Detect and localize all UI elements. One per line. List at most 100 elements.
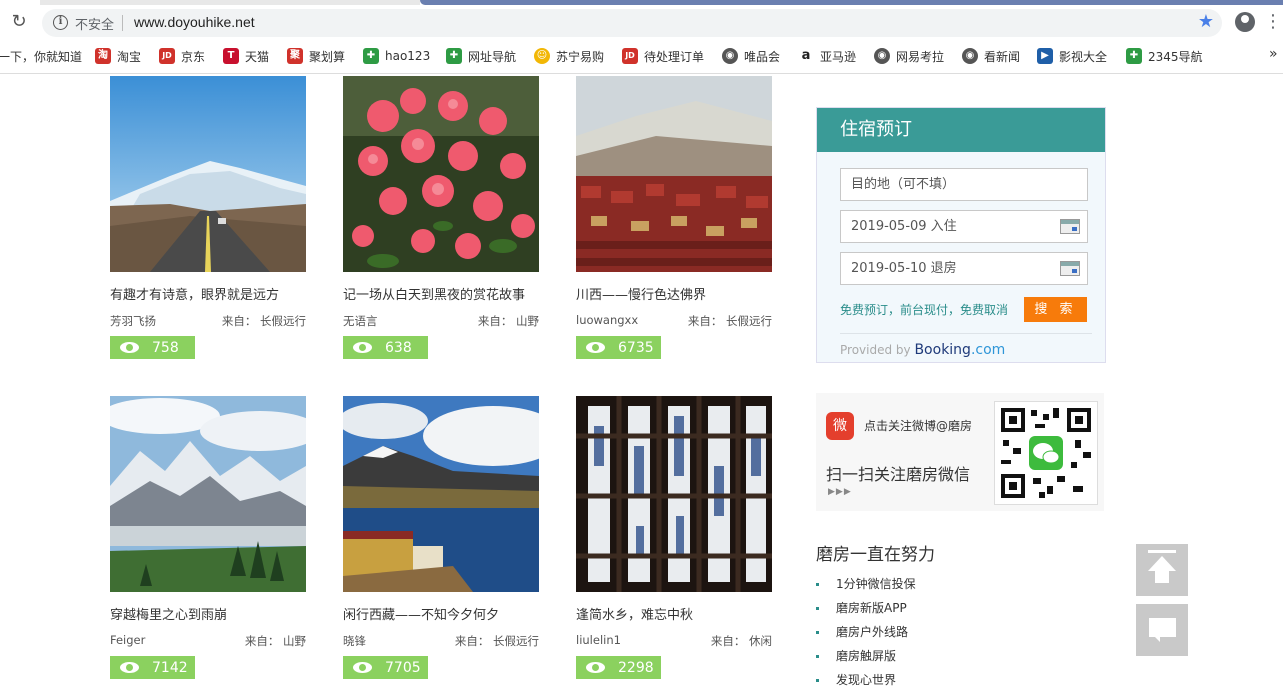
bookmark-star-icon[interactable]: ★ bbox=[1198, 11, 1214, 32]
bookmark-item[interactable]: ◉ 网易考拉 bbox=[874, 47, 944, 65]
bookmark-item[interactable]: 聚聚划算 bbox=[287, 47, 345, 65]
bookmark-label: 聚划算 bbox=[309, 49, 346, 64]
views-count: 6735 bbox=[618, 339, 654, 356]
list-item[interactable]: 磨房新版APP bbox=[816, 599, 916, 623]
views-count: 638 bbox=[385, 339, 412, 356]
bookmark-label: 苏宁易购 bbox=[556, 49, 605, 64]
post-source[interactable]: 来自： 长假远行 bbox=[222, 313, 306, 329]
bookmark-item[interactable]: 淘淘宝 bbox=[95, 47, 141, 65]
profile-avatar-icon[interactable] bbox=[1235, 12, 1255, 32]
bookmark-item[interactable]: T 天猫 bbox=[223, 47, 269, 65]
browser-chrome: ↻ i 不安全 www.doyouhike.net ★ ⋮ 一下，你就知道 淘淘… bbox=[0, 0, 1283, 74]
post-author[interactable]: Feiger bbox=[110, 633, 145, 647]
post-card[interactable]: 川西——慢行色达佛界 luowangxx 来自： 长假远行 6735 bbox=[576, 76, 772, 359]
post-title[interactable]: 有趣才有诗意，眼界就是远方 bbox=[110, 284, 306, 303]
menu-dots-icon[interactable]: ⋮ bbox=[1264, 10, 1282, 34]
list-item[interactable]: 磨房户外线路 bbox=[816, 623, 916, 647]
globe-icon: ◉ bbox=[874, 48, 890, 64]
post-image-snow-peaks[interactable] bbox=[110, 396, 306, 592]
address-bar[interactable]: i 不安全 www.doyouhike.net ★ bbox=[42, 9, 1222, 37]
post-card[interactable]: 穿越梅里之心到雨崩 Feiger 来自： 山野 7142 bbox=[110, 396, 306, 679]
post-author[interactable]: 芳羽飞扬 bbox=[110, 313, 156, 329]
post-author[interactable]: 晓锋 bbox=[343, 633, 366, 649]
weibo-icon[interactable]: 微 bbox=[826, 412, 854, 440]
weibo-follow-link[interactable]: 点击关注微博@磨房 bbox=[864, 417, 972, 434]
destination-input[interactable]: 目的地（可不填） bbox=[840, 168, 1088, 201]
bookmark-item[interactable]: ▶ 影视大全 bbox=[1037, 47, 1107, 65]
post-image-tibet-lake[interactable] bbox=[343, 396, 539, 592]
post-author[interactable]: 无语言 bbox=[343, 313, 378, 329]
tab-inactive[interactable] bbox=[40, 0, 420, 5]
reload-icon[interactable]: ↻ bbox=[8, 11, 30, 33]
post-source[interactable]: 来自： 休闲 bbox=[711, 633, 772, 649]
bookmark-item[interactable]: ☺ 苏宁易购 bbox=[534, 47, 604, 65]
checkin-date-field[interactable]: 2019-05-09 入住 bbox=[840, 210, 1088, 243]
post-image-mountain-road[interactable] bbox=[110, 76, 306, 272]
post-image-red-houses[interactable] bbox=[576, 76, 772, 272]
search-button[interactable]: 搜 索 bbox=[1024, 297, 1087, 322]
post-title[interactable]: 逢简水乡，难忘中秋 bbox=[576, 604, 772, 623]
taobao-icon: 淘 bbox=[95, 48, 111, 64]
list-item[interactable]: 发现心世界 bbox=[816, 671, 916, 695]
effort-list: 1分钟微信投保 磨房新版APP 磨房户外线路 磨房触屏版 发现心世界 bbox=[816, 575, 916, 695]
bookmark-label: 天猫 bbox=[245, 49, 270, 64]
insecure-label: 不安全 bbox=[75, 18, 115, 33]
bookmark-item[interactable]: JD 待处理订单 bbox=[622, 47, 704, 65]
views-badge: 7142 bbox=[110, 656, 195, 679]
post-author[interactable]: luowangxx bbox=[576, 313, 638, 327]
post-card[interactable]: 有趣才有诗意，眼界就是远方 芳羽飞扬 来自： 长假远行 758 bbox=[110, 76, 306, 359]
post-title[interactable]: 闲行西藏——不知今夕何夕 bbox=[343, 604, 539, 623]
post-meta: Feiger 来自： 山野 bbox=[110, 633, 306, 649]
bookmark-item[interactable]: ✚ 网址导航 bbox=[446, 47, 516, 65]
social-follow-banner[interactable]: 微 点击关注微博@磨房 扫一扫关注磨房微信 ▶▶▶ bbox=[816, 393, 1104, 511]
bookmark-item[interactable]: a 亚马逊 bbox=[798, 47, 856, 65]
post-card[interactable]: 记一场从白天到黑夜的赏花故事 无语言 来自： 山野 638 bbox=[343, 76, 539, 359]
back-to-top-button[interactable] bbox=[1136, 544, 1188, 596]
list-item[interactable]: 磨房触屏版 bbox=[816, 647, 916, 671]
post-source[interactable]: 来自： 山野 bbox=[245, 633, 306, 649]
bookmark-item[interactable]: JD 京东 bbox=[159, 47, 205, 65]
post-title[interactable]: 记一场从白天到黑夜的赏花故事 bbox=[343, 284, 539, 303]
bookmark-item[interactable]: 一下，你就知道 bbox=[0, 47, 82, 65]
bookmark-item[interactable]: ◉ 唯品会 bbox=[722, 47, 780, 65]
provided-by[interactable]: Provided by Booking.com bbox=[840, 342, 1005, 358]
bookmark-item[interactable]: ✚ hao123 bbox=[363, 47, 430, 65]
post-author[interactable]: liulelin1 bbox=[576, 633, 621, 647]
eye-icon bbox=[353, 662, 372, 673]
tmall-icon: T bbox=[223, 48, 239, 64]
bookmark-label: 京东 bbox=[181, 49, 206, 64]
eye-icon bbox=[120, 342, 139, 353]
info-icon[interactable]: i bbox=[53, 15, 68, 30]
views-badge: 6735 bbox=[576, 336, 661, 359]
post-source[interactable]: 来自： 长假远行 bbox=[455, 633, 539, 649]
post-card[interactable]: 闲行西藏——不知今夕何夕 晓锋 来自： 长假远行 7705 bbox=[343, 396, 539, 679]
tab-inactive[interactable] bbox=[420, 0, 1283, 5]
list-item[interactable]: 1分钟微信投保 bbox=[816, 575, 916, 599]
checkout-date-field[interactable]: 2019-05-10 退房 bbox=[840, 252, 1088, 285]
bookmark-item[interactable]: ◉ 看新闻 bbox=[962, 47, 1020, 65]
url-text[interactable]: www.doyouhike.net bbox=[134, 14, 255, 30]
post-title[interactable]: 川西——慢行色达佛界 bbox=[576, 284, 772, 303]
post-title[interactable]: 穿越梅里之心到雨崩 bbox=[110, 604, 306, 623]
post-meta: luowangxx 来自： 长假远行 bbox=[576, 313, 772, 329]
calendar-icon[interactable] bbox=[1060, 261, 1080, 276]
post-source[interactable]: 来自： 长假远行 bbox=[688, 313, 772, 329]
chat-bubble-icon bbox=[1149, 618, 1176, 642]
checkin-date: 2019-05-09 入住 bbox=[851, 219, 957, 234]
bookmark-label: 影视大全 bbox=[1059, 49, 1108, 64]
post-source[interactable]: 来自： 山野 bbox=[478, 313, 539, 329]
post-image-carved-window[interactable] bbox=[576, 396, 772, 592]
hao123-icon: ✚ bbox=[363, 48, 379, 64]
post-image-flowers[interactable] bbox=[343, 76, 539, 272]
divider bbox=[122, 15, 123, 31]
bookmark-item[interactable]: ✚ 2345导航 bbox=[1126, 47, 1203, 65]
feedback-button[interactable] bbox=[1136, 604, 1188, 656]
video-icon: ▶ bbox=[1037, 48, 1053, 64]
wechat-scan-text: 扫一扫关注磨房微信 bbox=[826, 465, 971, 484]
checkout-date: 2019-05-10 退房 bbox=[851, 261, 957, 276]
chevron-right-icon[interactable]: » bbox=[1269, 46, 1278, 62]
juhuasuan-icon: 聚 bbox=[287, 48, 303, 64]
post-card[interactable]: 逢简水乡，难忘中秋 liulelin1 来自： 休闲 2298 bbox=[576, 396, 772, 679]
calendar-icon[interactable] bbox=[1060, 219, 1080, 234]
bookmark-label: 一下，你就知道 bbox=[0, 49, 83, 64]
